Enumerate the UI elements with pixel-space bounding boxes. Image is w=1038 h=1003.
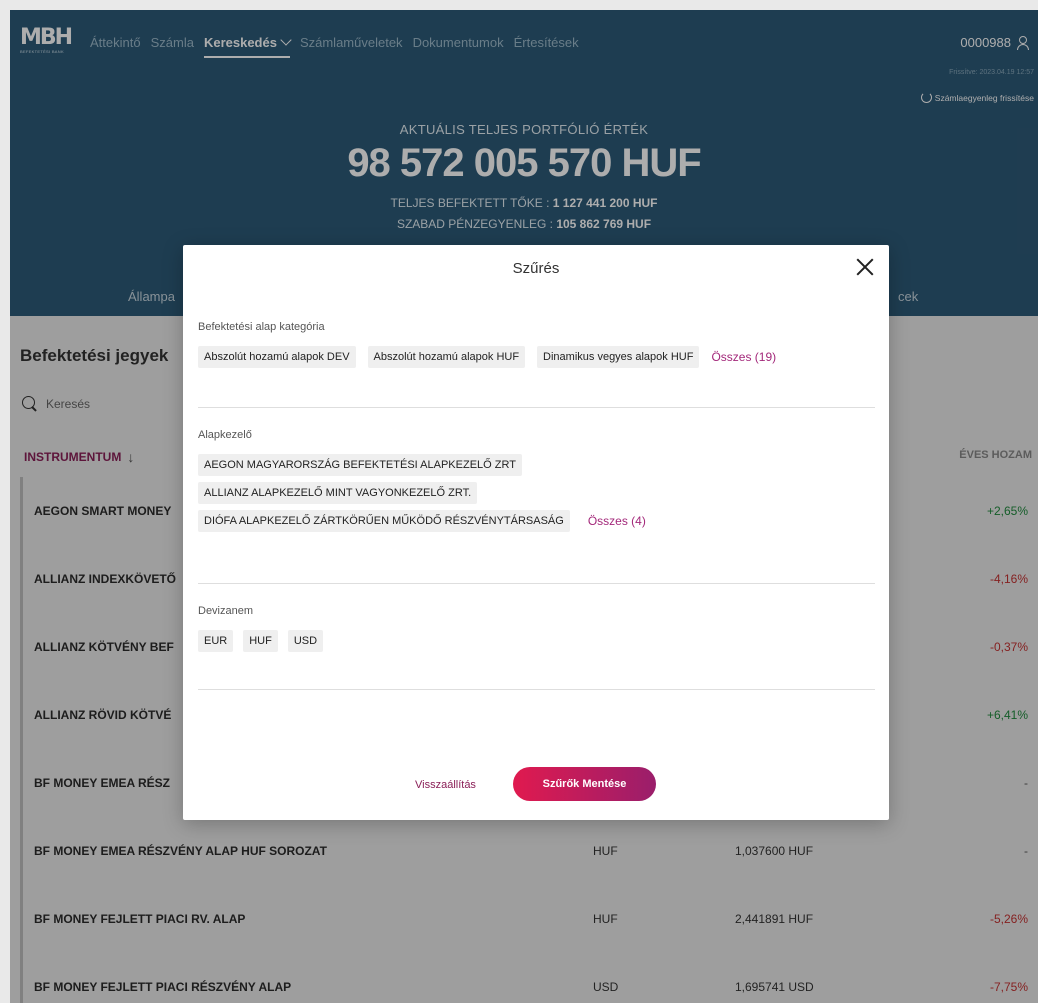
filter-chip[interactable]: Dinamikus vegyes alapok HUF (537, 346, 700, 368)
filter-group-label: Devizanem (198, 605, 254, 617)
chip-list: AEGON MAGYARORSZÁG BEFEKTETÉSI ALAPKEZEL… (198, 454, 875, 532)
filter-chip[interactable]: AEGON MAGYARORSZÁG BEFEKTETÉSI ALAPKEZEL… (198, 454, 522, 476)
filter-chip[interactable]: USD (287, 630, 324, 652)
filter-chip[interactable]: EUR (198, 630, 234, 652)
close-icon[interactable] (855, 257, 875, 277)
divider (198, 689, 875, 690)
save-filters-button[interactable]: Szűrők Mentése (513, 767, 656, 801)
chip-list: Abszolút hozamú alapok DEV Abszolút hoza… (198, 346, 875, 368)
filter-group-category: Befektetési alap kategória Abszolút hoza… (198, 321, 875, 368)
filter-chip[interactable]: ALLIANZ ALAPKEZELŐ MINT VAGYONKEZELŐ ZRT… (198, 482, 478, 504)
divider (198, 407, 875, 408)
show-all-categories-link[interactable]: Összes (19) (711, 350, 776, 364)
show-all-managers-link[interactable]: Összes (4) (588, 514, 646, 528)
filter-chip[interactable]: Abszolút hozamú alapok HUF (367, 346, 526, 368)
filter-group-label: Befektetési alap kategória (198, 321, 325, 333)
modal-title: Szűrés (512, 260, 560, 277)
chip-list: EUR HUF USD (198, 630, 875, 652)
filter-chip[interactable]: DIÓFA ALAPKEZELŐ ZÁRTKÖRŰEN MŰKÖDŐ RÉSZV… (198, 510, 570, 532)
chip-row: DIÓFA ALAPKEZELŐ ZÁRTKÖRŰEN MŰKÖDŐ RÉSZV… (198, 510, 646, 532)
filter-group-manager: Alapkezelő AEGON MAGYARORSZÁG BEFEKTETÉS… (198, 429, 875, 532)
divider (198, 583, 875, 584)
filter-chip[interactable]: HUF (243, 630, 278, 652)
filter-group-currency: Devizanem EUR HUF USD (198, 605, 875, 652)
filter-modal: Szűrés Befektetési alap kategória Abszol… (183, 245, 889, 820)
filter-group-label: Alapkezelő (198, 429, 252, 441)
filter-chip[interactable]: Abszolút hozamú alapok DEV (198, 346, 356, 368)
reset-button[interactable]: Visszaállítás (415, 779, 476, 791)
